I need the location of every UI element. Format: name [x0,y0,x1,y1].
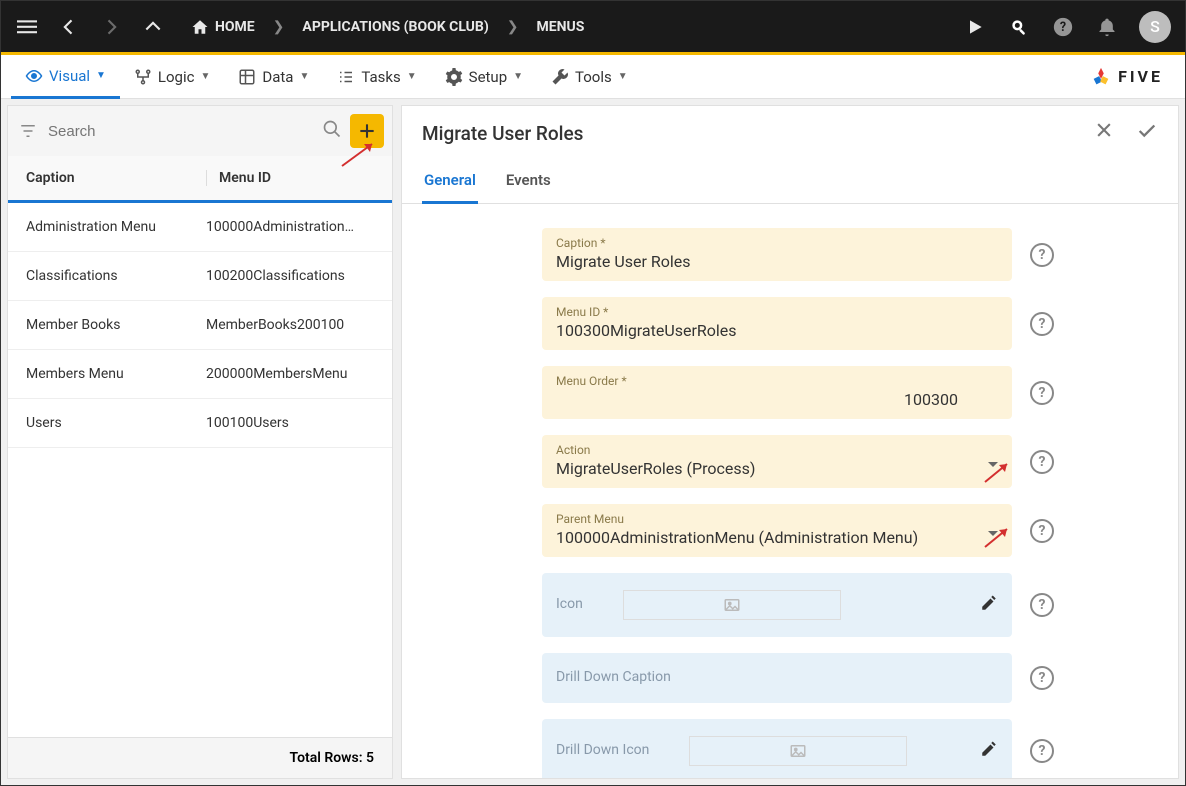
bell-icon[interactable] [1095,15,1119,39]
tab-general[interactable]: General [422,161,478,204]
tab-tasks[interactable]: Tasks▼ [323,55,430,98]
image-placeholder-icon [623,590,841,620]
tab-visual[interactable]: Visual▼ [11,56,120,99]
field-caption[interactable]: Caption * Migrate User Roles [542,228,1012,281]
table-row[interactable]: Users100100Users [8,399,392,448]
search-magnify-icon[interactable] [1007,15,1031,39]
help-caption-icon[interactable]: ? [1030,243,1054,267]
tab-data-label: Data [262,68,293,86]
field-icon[interactable]: Icon [542,573,1012,637]
help-drillicon-icon[interactable]: ? [1030,739,1054,763]
up-icon[interactable] [141,15,165,39]
table-header: Caption Menu ID [8,156,392,203]
field-drillicon[interactable]: Drill Down Icon [542,719,1012,778]
help-action-icon[interactable]: ? [1030,450,1054,474]
tab-tools[interactable]: Tools▼ [537,55,642,98]
total-rows: Total Rows: 5 [8,737,392,778]
col-menuid[interactable]: Menu ID [206,170,374,186]
forward-icon[interactable] [99,15,123,39]
check-icon[interactable] [1136,120,1158,147]
edit-icon[interactable] [980,594,998,616]
cell-menuid: 100200Classifications [206,268,374,284]
table-row[interactable]: Classifications100200Classifications [8,252,392,301]
cell-caption: Classifications [26,268,206,284]
tab-events[interactable]: Events [504,161,553,203]
help-drillcaption-icon[interactable]: ? [1030,666,1054,690]
col-caption[interactable]: Caption [26,170,206,186]
form-panel: Migrate User Roles General Events Captio… [401,105,1179,779]
cell-menuid: 200000MembersMenu [206,366,374,382]
cell-caption: Administration Menu [26,219,206,235]
play-icon[interactable] [963,15,987,39]
cell-menuid: 100100Users [206,415,374,431]
tab-tasks-label: Tasks [361,68,400,86]
avatar[interactable]: S [1139,11,1171,43]
edit-drillicon[interactable] [980,740,998,762]
field-parent[interactable]: Parent Menu 100000AdministrationMenu (Ad… [542,504,1012,557]
chevron-right-icon: ❯ [507,19,519,35]
tab-tools-label: Tools [575,68,612,86]
cell-caption: Member Books [26,317,206,333]
field-menuid[interactable]: Menu ID * 100300MigrateUserRoles [542,297,1012,350]
field-menuorder[interactable]: Menu Order * 100300 [542,366,1012,419]
add-button[interactable] [350,114,384,148]
table-row[interactable]: Administration Menu100000Administration… [8,203,392,252]
form-title: Migrate User Roles [422,122,583,145]
cell-caption: Users [26,415,206,431]
list-panel: Caption Menu ID Administration Menu10000… [7,105,393,779]
breadcrumb-home-label: HOME [215,19,255,35]
tab-logic[interactable]: Logic▼ [120,55,224,98]
search-input[interactable] [48,123,314,140]
tab-logic-label: Logic [158,68,195,86]
filter-icon[interactable] [16,122,40,140]
close-icon[interactable] [1094,120,1114,147]
back-icon[interactable] [57,15,81,39]
breadcrumb-app[interactable]: APPLICATIONS (BOOK CLUB) [302,19,488,35]
help-iconfield-icon[interactable]: ? [1030,593,1054,617]
cell-menuid: MemberBooks200100 [206,317,374,333]
breadcrumb-section[interactable]: MENUS [536,19,584,35]
search-icon[interactable] [322,119,342,143]
table-row[interactable]: Member BooksMemberBooks200100 [8,301,392,350]
field-action[interactable]: Action MigrateUserRoles (Process) [542,435,1012,488]
help-parent-icon[interactable]: ? [1030,519,1054,543]
breadcrumb: HOME ❯ APPLICATIONS (BOOK CLUB) ❯ MENUS [191,18,584,36]
breadcrumb-home[interactable]: HOME [191,18,255,36]
help-icon[interactable]: ? [1051,15,1075,39]
tab-data[interactable]: Data▼ [224,55,323,98]
chevron-right-icon: ❯ [273,19,285,35]
brand-logo: FIVE [1090,66,1175,88]
help-menuid-icon[interactable]: ? [1030,312,1054,336]
brand-logo-text: FIVE [1118,67,1163,86]
tab-setup[interactable]: Setup▼ [431,55,537,98]
hamburger-icon[interactable] [15,15,39,39]
svg-text:?: ? [1060,20,1066,35]
help-menuorder-icon[interactable]: ? [1030,381,1054,405]
field-drillcaption[interactable]: Drill Down Caption [542,653,1012,703]
cell-menuid: 100000Administration… [206,219,374,235]
image-placeholder-drillicon [689,736,907,766]
cell-caption: Members Menu [26,366,206,382]
tab-visual-label: Visual [49,67,90,85]
tab-setup-label: Setup [469,68,507,86]
table-row[interactable]: Members Menu200000MembersMenu [8,350,392,399]
